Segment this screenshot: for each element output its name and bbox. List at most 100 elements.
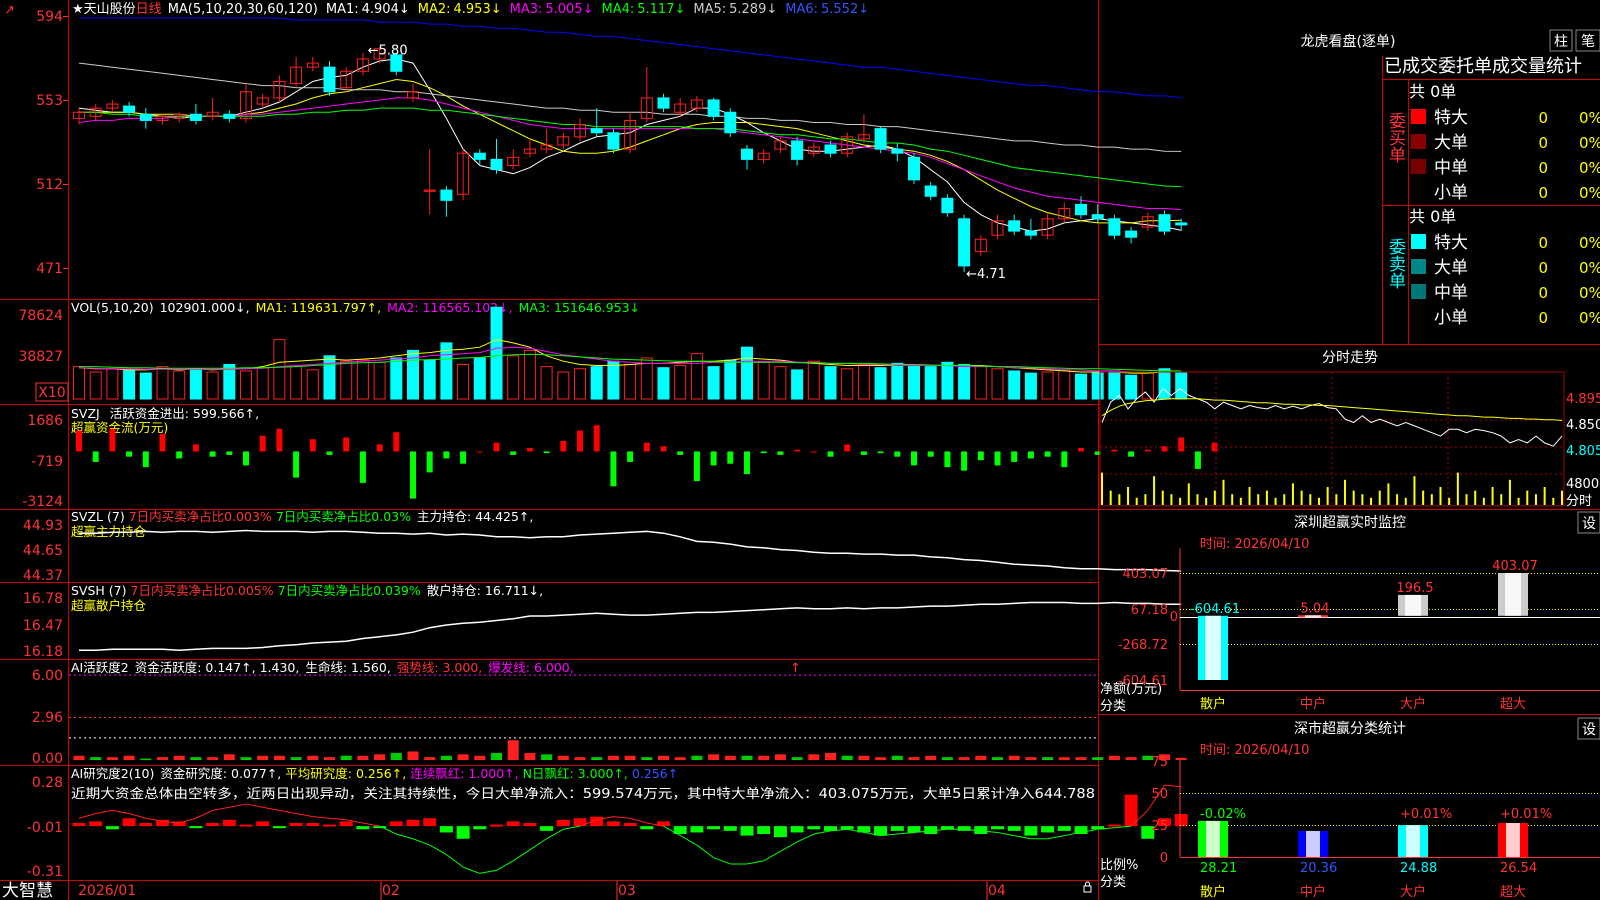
intraday-volume-bar xyxy=(1274,497,1277,505)
ai-research-bar xyxy=(456,826,470,839)
intraday-volume-bar xyxy=(1179,497,1182,505)
star-icon: ★ xyxy=(72,2,84,17)
ai-research-bar xyxy=(473,826,487,830)
svzj-bar xyxy=(309,439,316,452)
svzj-bar xyxy=(593,425,600,452)
intraday-volume-bar xyxy=(1222,479,1225,505)
ai-active-bar xyxy=(1025,757,1037,760)
ai-research-line-segment xyxy=(245,803,263,808)
svzj-bar xyxy=(443,451,450,459)
ai-active-bar xyxy=(324,757,335,760)
svzj-bar xyxy=(326,451,333,455)
monitor-panel: 深圳超赢实时监控 设 时间: 2026/04/10 403.07 67.18 0… xyxy=(1100,511,1600,714)
svzj-bar xyxy=(359,451,366,483)
ai-active-bar xyxy=(440,755,452,760)
intraday-volume-bar xyxy=(1101,472,1103,505)
intraday-volume-bar xyxy=(1448,497,1451,505)
ai-research-bar xyxy=(306,822,320,827)
volume-bar xyxy=(1091,372,1104,400)
volume-bar xyxy=(657,367,670,400)
tab-bar-label[interactable]: 柱 xyxy=(1554,34,1568,50)
volume-bar xyxy=(1125,374,1138,400)
exit-arrow-icon[interactable]: ↗ xyxy=(4,3,15,18)
ai-research-bar xyxy=(623,822,637,827)
candle xyxy=(1175,222,1188,226)
ai-active-bar xyxy=(875,757,887,760)
volume-bar xyxy=(824,366,837,400)
svsh-title: SVSH (7) xyxy=(71,583,127,598)
classify-value-label: 24.88 xyxy=(1400,861,1437,876)
x-axis-label: 02 xyxy=(382,883,400,899)
ai-active-bar xyxy=(207,757,219,760)
intraday-volume-bar xyxy=(1326,487,1329,505)
ai-active-bar xyxy=(574,757,586,760)
x-axis-ticks xyxy=(380,881,988,900)
svzj-text: 活跃资金进出: 599.566↑, xyxy=(110,406,259,421)
ai-research-bar xyxy=(1174,813,1188,827)
ma2-label: MA2: xyxy=(418,2,451,17)
tab-stroke-label[interactable]: 笔 xyxy=(1581,34,1595,50)
ai-research-line-segment xyxy=(312,816,330,819)
ai-research-bar xyxy=(439,826,453,833)
lock-icon[interactable] xyxy=(1083,885,1092,893)
classify-settings-label[interactable]: 设 xyxy=(1582,722,1596,738)
intraday-volume-bar xyxy=(1465,494,1468,505)
volume-bar xyxy=(156,366,169,400)
intraday-volume-bar xyxy=(1109,490,1112,505)
monitor-value-label: -604.61 xyxy=(1190,602,1240,617)
ai-active-bar xyxy=(607,755,619,760)
volume-bar xyxy=(73,366,85,400)
ai-research-line-segment xyxy=(296,813,313,818)
ai-active-arrow: ↑ xyxy=(790,661,801,676)
svzj-bar xyxy=(1078,447,1084,452)
candle xyxy=(473,152,486,160)
svzj-bar xyxy=(243,451,249,466)
ai-research-line-segment xyxy=(679,835,698,846)
buy-row-pct: 0% xyxy=(1579,134,1600,152)
svsh-text3: 散户持仓: 16.711↓, xyxy=(427,583,543,598)
svzj-bar xyxy=(1128,451,1135,457)
ai-active-bar xyxy=(1092,757,1104,760)
ai-active-bar xyxy=(557,755,569,760)
ai-research-bar xyxy=(573,818,587,827)
classify-change-label: -0.02% xyxy=(1200,807,1246,822)
app-logo: 大智慧 xyxy=(2,881,53,900)
ai-active-bar xyxy=(290,757,302,760)
volume-bar xyxy=(1008,370,1021,400)
intraday-vol-tick: 4800 xyxy=(1566,477,1599,492)
price-tick-marks xyxy=(63,16,68,269)
ai-research-line-segment xyxy=(212,806,230,811)
volume-bar xyxy=(624,363,637,400)
price-y-tick: 553 xyxy=(36,93,63,109)
intraday-volume-bar xyxy=(1370,497,1373,505)
ai-active-bar xyxy=(791,757,803,760)
svsh-header: SVSH (7) 7日内买卖净占比0.005% 7日内买卖净占比0.039% 散户持仓… xyxy=(71,583,543,598)
ai-active-bar xyxy=(958,757,970,760)
ai-active-bar xyxy=(1042,757,1054,760)
volume-bar xyxy=(1041,371,1054,400)
svzj-y-tick: -3124 xyxy=(22,494,63,510)
intraday-volume-bar xyxy=(1187,483,1190,505)
buy-row-count: 0 xyxy=(1538,109,1548,127)
monitor-y-tick: 67.18 xyxy=(1131,603,1168,618)
candle xyxy=(1075,203,1087,216)
ai-research-bar xyxy=(790,826,804,833)
vol-ma1: MA1: 119631.797↑, xyxy=(256,300,381,315)
svzl-y-tick: 44.93 xyxy=(23,518,63,534)
stock-chart-screen: ↗ ★天山股份日线 MA(5,10,20,30,60,120) MA1: 4.904↓… xyxy=(0,0,1600,900)
ma-group-label: MA(5,10,20,30,60,120) xyxy=(168,2,318,17)
classify-category: 大户 xyxy=(1400,884,1426,900)
monitor-bar-highlight xyxy=(1505,573,1521,616)
ai-research-bar xyxy=(122,818,136,827)
svzj-bar xyxy=(259,435,266,452)
intraday-volume-bar xyxy=(1456,472,1459,505)
monitor-settings-label[interactable]: 设 xyxy=(1582,516,1596,532)
buy-row-pct: 0% xyxy=(1579,159,1600,177)
candle xyxy=(123,105,136,113)
ai-research-bar xyxy=(1024,826,1038,836)
x-axis-label: 04 xyxy=(988,883,1006,899)
ai-research-bar xyxy=(523,822,537,827)
ai-active-bar xyxy=(758,755,770,760)
dragon-tiger-panel: 龙虎看盘(逐单) 柱 笔 已成交委托单成交量统计 共 0单 共 0单 委买单 委… xyxy=(1301,29,1600,328)
intraday-volume-bar xyxy=(1291,483,1294,505)
